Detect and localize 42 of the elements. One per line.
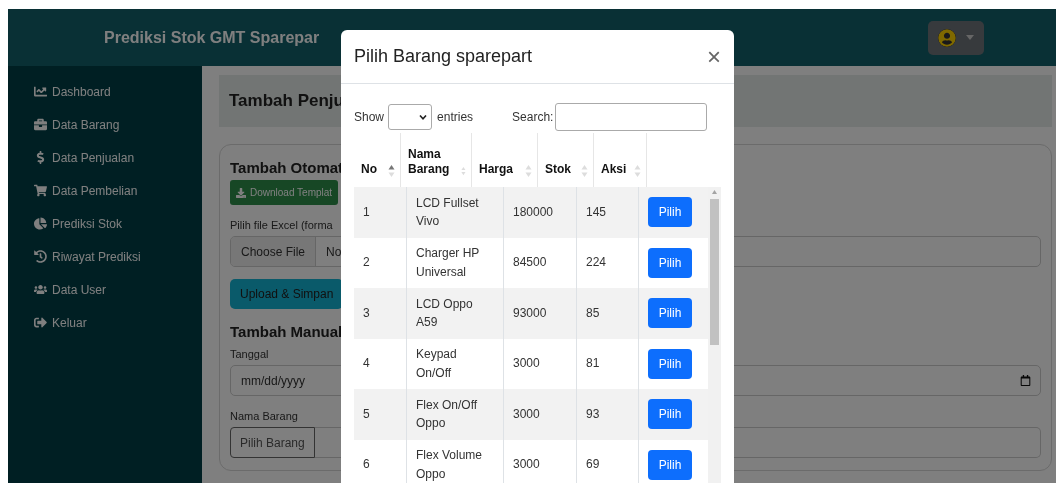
column-label: Harga bbox=[479, 162, 513, 178]
column-label: Nama Barang bbox=[408, 146, 451, 178]
sidebar-label: Riwayat Prediksi bbox=[52, 249, 141, 264]
sidebar-label: Dashboard bbox=[52, 84, 111, 99]
sidebar-label: Prediksi Stok bbox=[52, 216, 123, 231]
name-cell: LCD Oppo A59 bbox=[406, 288, 503, 339]
name-cell: Flex Volume Oppo bbox=[406, 439, 503, 483]
number-cell-text: 4 bbox=[362, 355, 371, 373]
search-label: Search: bbox=[512, 110, 554, 124]
stock-cell: 85 bbox=[576, 288, 638, 339]
field-label: Nama Barang bbox=[230, 410, 298, 422]
number-cell-text: 6 bbox=[362, 456, 371, 474]
number-cell-text: 2 bbox=[362, 254, 371, 272]
sidebar-label: Data Pembelian bbox=[52, 183, 138, 198]
name-cell: Flex On/Off Oppo bbox=[406, 389, 503, 440]
field-label: Tanggal bbox=[230, 348, 269, 360]
sidebar-label: Data Barang bbox=[52, 117, 120, 132]
price-cell: 180000 bbox=[503, 187, 576, 238]
sidebar-label: Keluar bbox=[52, 315, 87, 330]
file-status: No bbox=[325, 244, 342, 259]
name-cell: LCD Fullset Vivo bbox=[406, 187, 503, 238]
section-title: Tambah Otomat bbox=[230, 159, 344, 176]
price-cell: 3000 bbox=[503, 439, 576, 483]
column-label: No bbox=[361, 162, 377, 178]
stock-cell: 69 bbox=[576, 439, 638, 483]
price-cell: 3000 bbox=[503, 389, 576, 440]
price-cell: 93000 bbox=[503, 288, 576, 339]
sidebar-label: Data User bbox=[52, 282, 107, 297]
column-label: Aksi bbox=[601, 162, 627, 178]
number-cell-text: 1 bbox=[362, 203, 371, 221]
number-cell-text: 5 bbox=[362, 405, 371, 423]
section-title: Tambah Manual bbox=[230, 323, 343, 340]
column-label: Stok bbox=[545, 162, 571, 178]
app-title: Prediksi Stok GMT Sparepar bbox=[104, 28, 320, 47]
field-label: Pilih file Excel (forma bbox=[230, 219, 333, 231]
number-cell-text: 3 bbox=[362, 304, 371, 322]
show-label: Show bbox=[354, 110, 385, 124]
entries-label: entries bbox=[437, 110, 474, 124]
sidebar-label: Data Penjualan bbox=[52, 150, 135, 165]
stock-cell: 93 bbox=[576, 389, 638, 440]
modal-title: Pilih Barang sparepart bbox=[354, 46, 533, 67]
stock-cell: 145 bbox=[576, 187, 638, 238]
